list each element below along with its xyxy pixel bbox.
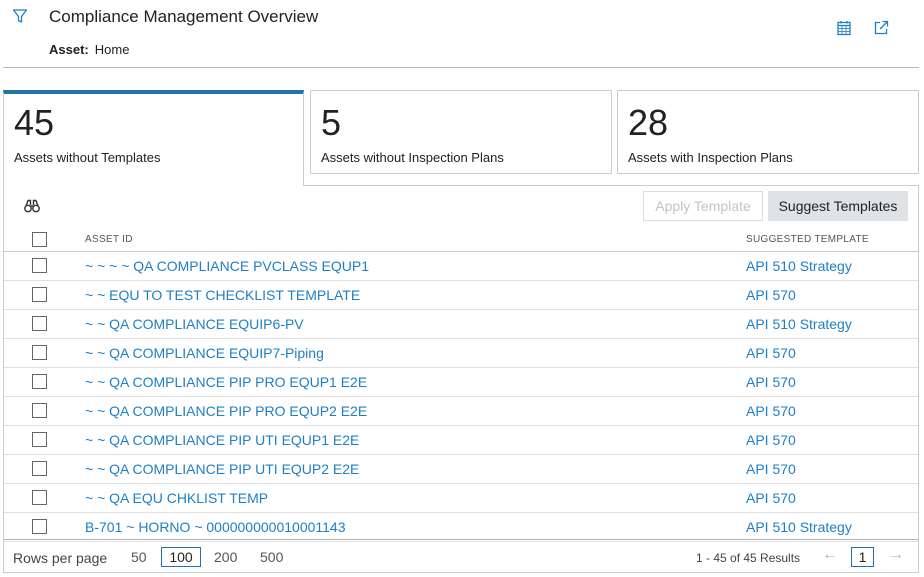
row-checkbox[interactable] <box>32 374 47 389</box>
tile-assets-without-inspection-plans[interactable]: 5 Assets without Inspection Plans <box>310 90 612 174</box>
rows-per-page-200[interactable]: 200 <box>214 549 237 565</box>
results-count: 1 - 45 of 45 Results <box>696 551 801 565</box>
table-row[interactable]: ~ ~ QA COMPLIANCE PIP PRO EQUP2 E2E API 5… <box>4 397 918 426</box>
external-link-icon[interactable] <box>872 19 890 37</box>
suggested-template-link[interactable]: API 570 <box>746 345 796 361</box>
table-row[interactable]: ~ ~ QA COMPLIANCE EQUIP6-PV API 510 Strat… <box>4 310 918 339</box>
asset-value: Home <box>94 42 130 57</box>
asset-id-link[interactable]: ~ ~ QA COMPLIANCE EQUIP6-PV <box>85 316 304 332</box>
asset-id-link[interactable]: ~ ~ QA EQU CHKLIST TEMP <box>85 490 268 506</box>
suggested-template-link[interactable]: API 510 Strategy <box>746 258 852 274</box>
suggested-template-link[interactable]: API 510 Strategy <box>746 316 852 332</box>
rows-per-page-50[interactable]: 50 <box>131 549 147 565</box>
suggested-template-link[interactable]: API 570 <box>746 432 796 448</box>
binoculars-icon[interactable] <box>24 199 40 213</box>
table-row[interactable]: ~ ~ QA COMPLIANCE PIP UTI EQUP2 E2E API 5… <box>4 455 918 484</box>
asset-id-link[interactable]: ~ ~ QA COMPLIANCE EQUIP7-Piping <box>85 345 324 361</box>
column-header-suggested-template[interactable]: SUGGESTED TEMPLATE <box>746 234 869 245</box>
row-checkbox[interactable] <box>32 432 47 447</box>
arrow-left-icon[interactable]: ← <box>822 546 838 564</box>
suggest-templates-button[interactable]: Suggest Templates <box>768 191 908 221</box>
rows-per-page-500[interactable]: 500 <box>260 549 283 565</box>
suggested-template-link[interactable]: API 510 Strategy <box>746 519 852 535</box>
calendar-icon[interactable] <box>835 19 853 37</box>
row-checkbox[interactable] <box>32 287 47 302</box>
page-title: Compliance Management Overview <box>49 7 319 26</box>
suggested-template-link[interactable]: API 570 <box>746 374 796 390</box>
row-checkbox[interactable] <box>32 490 47 505</box>
table-row[interactable]: ~ ~ QA COMPLIANCE EQUIP7-Piping API 570 <box>4 339 918 368</box>
row-checkbox[interactable] <box>32 519 47 534</box>
row-checkbox[interactable] <box>32 316 47 331</box>
pagination-footer: Rows per page 50 100 200 500 1 - 45 of 4… <box>4 539 918 572</box>
column-header-asset-id[interactable]: ASSET ID <box>85 234 133 245</box>
table-row[interactable]: ~ ~ QA COMPLIANCE PIP UTI EQUP1 E2E API 5… <box>4 426 918 455</box>
tile-label: Assets without Templates <box>14 150 161 165</box>
table-row[interactable]: ~ ~ EQU TO TEST CHECKLIST TEMPLATE API 57… <box>4 281 918 310</box>
table-row[interactable]: ~ ~ QA COMPLIANCE PIP PRO EQUP1 E2E API 5… <box>4 368 918 397</box>
table-row[interactable]: ~ ~ ~ ~ QA COMPLIANCE PVCLASS EQUP1 API 5… <box>4 252 918 281</box>
table-row[interactable]: B-701 ~ HORNO ~ 000000000010001143 API 51… <box>4 513 918 542</box>
row-checkbox[interactable] <box>32 403 47 418</box>
asset-id-link[interactable]: ~ ~ QA COMPLIANCE PIP PRO EQUP1 E2E <box>85 374 367 390</box>
row-checkbox[interactable] <box>32 345 47 360</box>
asset-label: Asset: <box>49 42 89 57</box>
asset-breadcrumb: Asset: Home <box>49 42 129 57</box>
tile-label: Assets without Inspection Plans <box>321 150 504 165</box>
arrow-right-icon[interactable]: → <box>888 546 904 564</box>
tile-count: 45 <box>14 102 55 143</box>
rows-per-page-100[interactable]: 100 <box>161 547 201 567</box>
suggested-template-link[interactable]: API 570 <box>746 287 796 303</box>
asset-id-link[interactable]: ~ ~ EQU TO TEST CHECKLIST TEMPLATE <box>85 287 360 303</box>
header-divider <box>3 67 919 68</box>
row-checkbox[interactable] <box>32 461 47 476</box>
table-header: ASSET ID SUGGESTED TEMPLATE <box>4 226 918 252</box>
current-page-button[interactable]: 1 <box>851 547 874 567</box>
suggested-template-link[interactable]: API 570 <box>746 461 796 477</box>
suggested-template-link[interactable]: API 570 <box>746 490 796 506</box>
asset-id-link[interactable]: ~ ~ ~ ~ QA COMPLIANCE PVCLASS EQUP1 <box>85 258 369 274</box>
panel-divider <box>304 185 919 186</box>
asset-id-link[interactable]: ~ ~ QA COMPLIANCE PIP UTI EQUP2 E2E <box>85 461 359 477</box>
asset-id-link[interactable]: ~ ~ QA COMPLIANCE PIP PRO EQUP2 E2E <box>85 403 367 419</box>
asset-id-link[interactable]: ~ ~ QA COMPLIANCE PIP UTI EQUP1 E2E <box>85 432 359 448</box>
tile-label: Assets with Inspection Plans <box>628 150 793 165</box>
tile-assets-without-templates[interactable]: 45 Assets without Templates <box>3 90 304 186</box>
page-header: Compliance Management Overview Asset: Hom… <box>0 0 924 68</box>
select-all-checkbox[interactable] <box>32 232 47 247</box>
apply-template-button[interactable]: Apply Template <box>643 191 763 221</box>
rows-per-page-label: Rows per page <box>13 550 108 566</box>
table-row[interactable]: ~ ~ QA EQU CHKLIST TEMP API 570 <box>4 484 918 513</box>
suggested-template-link[interactable]: API 570 <box>746 403 796 419</box>
asset-id-link[interactable]: B-701 ~ HORNO ~ 000000000010001143 <box>85 519 346 535</box>
filter-icon[interactable] <box>12 8 28 24</box>
tile-count: 5 <box>321 102 342 143</box>
tile-count: 28 <box>628 102 669 143</box>
tile-assets-with-inspection-plans[interactable]: 28 Assets with Inspection Plans <box>617 90 919 174</box>
row-checkbox[interactable] <box>32 258 47 273</box>
